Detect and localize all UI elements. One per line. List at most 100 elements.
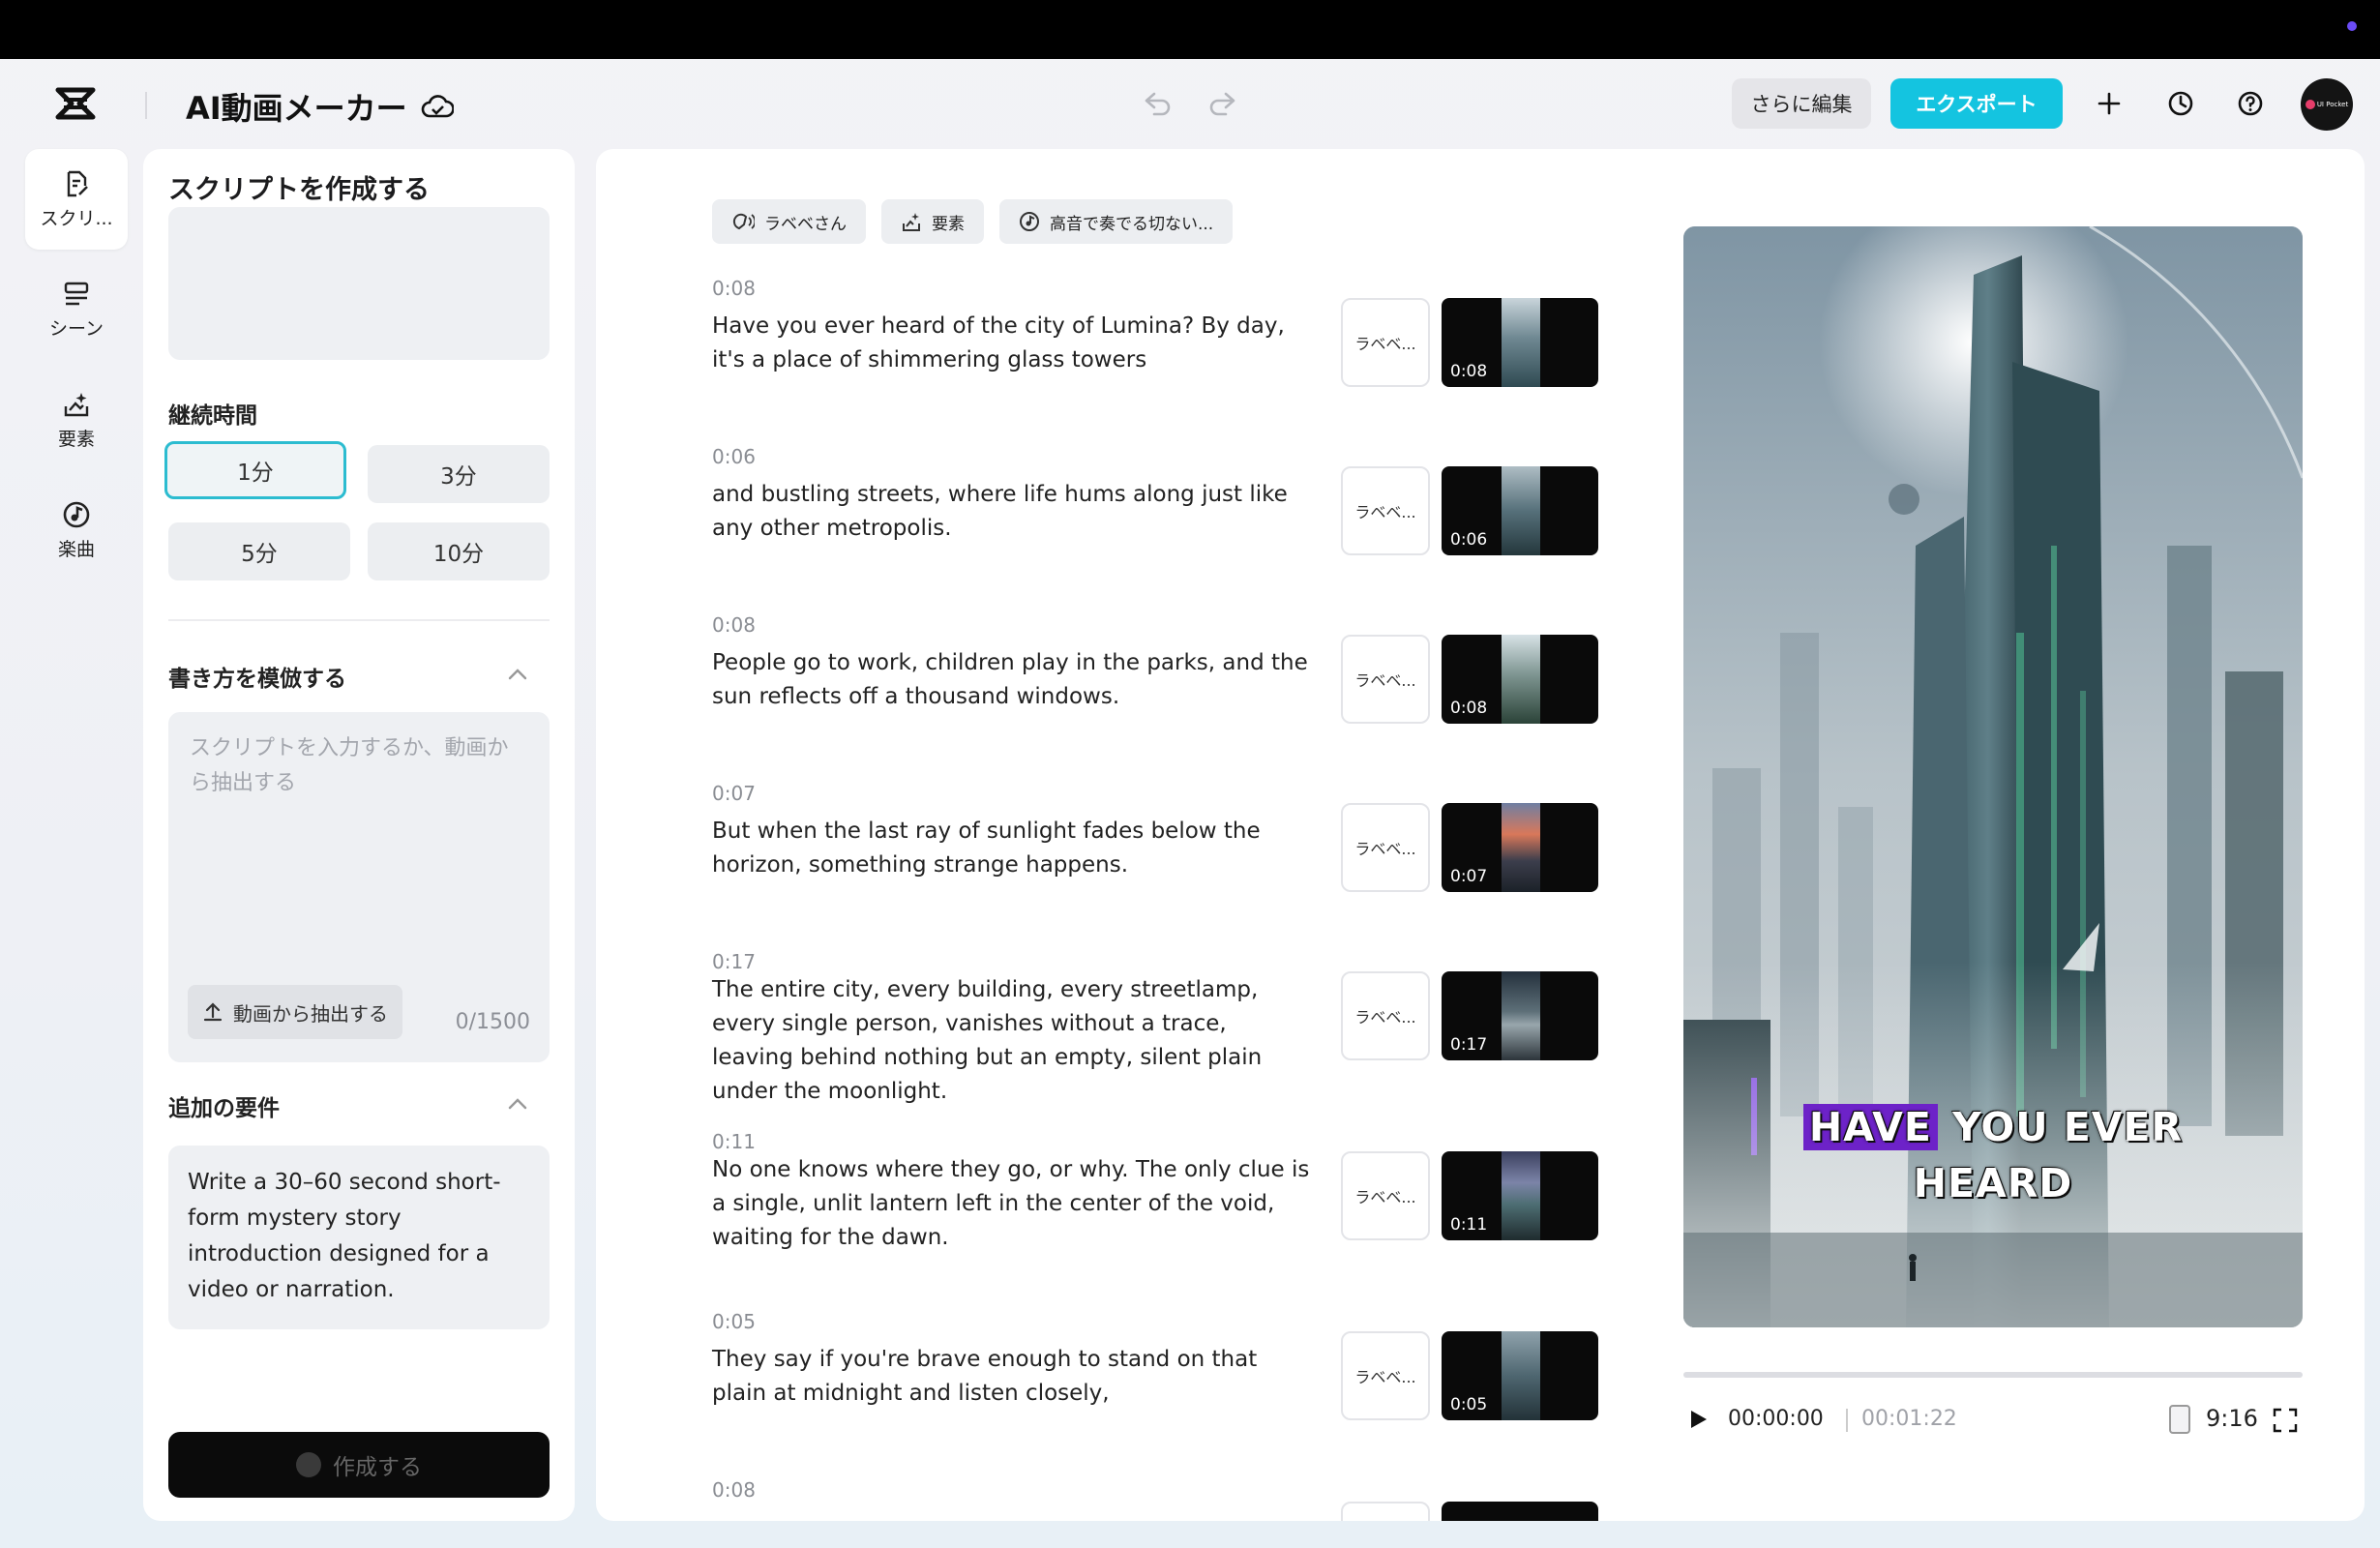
rail-label-scenes: シーン: [48, 317, 104, 340]
scene-text[interactable]: They say if you're brave enough to stand…: [712, 1343, 1312, 1411]
voice-chip[interactable]: ラベベさん: [712, 199, 866, 244]
script-input[interactable]: スクリプトを入力するか、動画から抽出する 動画から抽出する 0/1500: [168, 712, 550, 1062]
header-divider: [145, 92, 147, 119]
elements-icon: [64, 392, 89, 416]
upload-icon: [203, 1002, 223, 1022]
scene-time: 0:05: [712, 1310, 756, 1333]
scene-time: 0:17: [712, 950, 756, 973]
user-avatar[interactable]: UI Pocket: [2301, 78, 2353, 131]
thumbnail-duration: 0:17: [1450, 1035, 1488, 1055]
duration-10min-button[interactable]: 10分: [368, 522, 550, 580]
extract-label: 動画から抽出する: [233, 1001, 388, 1026]
thumbnail-duration: 0:05: [1450, 1395, 1488, 1414]
history-icon[interactable]: [2161, 84, 2200, 123]
avatar-text: UI Pocket: [2316, 101, 2349, 108]
music-chip-icon: [1020, 212, 1039, 231]
voice-icon: [732, 213, 755, 230]
more-edit-button[interactable]: さらに編集: [1732, 78, 1871, 129]
scene-time: 0:11: [712, 1130, 756, 1153]
app-title-text: AI動画メーカー: [186, 90, 407, 127]
total-time: 00:01:22: [1861, 1407, 1957, 1431]
requirements-input[interactable]: Write a 30–60 second short-form mystery …: [168, 1146, 550, 1329]
scene-text[interactable]: Have you ever heard of the city of Lumin…: [712, 310, 1312, 377]
loading-spinner-icon: [296, 1452, 321, 1477]
rail-item-script[interactable]: スクリ...: [25, 149, 128, 250]
create-button[interactable]: 作成する: [168, 1432, 550, 1498]
scene-thumbnail[interactable]: 0:06: [1442, 466, 1598, 555]
scene-voice-button[interactable]: ラベベ...: [1341, 971, 1430, 1060]
scene-voice-button[interactable]: ラベベ...: [1341, 635, 1430, 724]
video-preview[interactable]: HAVE YOU EVER HEARD: [1683, 226, 2303, 1327]
create-label: 作成する: [333, 1455, 422, 1480]
scene-thumbnail[interactable]: 0:05: [1442, 1331, 1598, 1420]
help-icon[interactable]: [2231, 84, 2270, 123]
elements-chip[interactable]: 要素: [881, 199, 984, 244]
scene-thumbnail[interactable]: 0:08: [1442, 635, 1598, 724]
editor-panel: ラベベさん 要素 高音で奏でる切ない... 0:08 Have you ever…: [596, 149, 2365, 1521]
thumbnail-image: [1502, 298, 1540, 387]
thumbnail-image: [1502, 635, 1540, 724]
scene-time: 0:06: [712, 445, 756, 468]
script-placeholder: スクリプトを入力するか、動画から抽出する: [190, 736, 509, 795]
scene-text[interactable]: But when the last ray of sunlight fades …: [712, 815, 1312, 882]
script-icon: [67, 170, 88, 196]
panel-divider: [168, 619, 550, 621]
collapse-imitate-chevron-up-icon[interactable]: [505, 662, 530, 687]
scene-text[interactable]: and bustling streets, where life hums al…: [712, 478, 1312, 546]
cloud-save-icon[interactable]: [421, 93, 454, 120]
duration-1min-button[interactable]: 1分: [164, 441, 346, 499]
add-icon[interactable]: [2090, 84, 2128, 123]
undo-icon[interactable]: [1138, 84, 1176, 123]
playback-progress-bar[interactable]: [1683, 1372, 2303, 1378]
scene-voice-button[interactable]: [1341, 1502, 1430, 1521]
rail-item-music[interactable]: 楽曲: [25, 480, 128, 580]
music-chip[interactable]: 高音で奏でる切ない...: [999, 199, 1234, 244]
scenes-icon: [64, 282, 89, 305]
elements-chip-icon: [903, 213, 920, 231]
extract-from-video-button[interactable]: 動画から抽出する: [188, 985, 402, 1039]
redo-icon[interactable]: [1204, 84, 1242, 123]
collapse-requirements-chevron-up-icon[interactable]: [505, 1091, 530, 1116]
scene-thumbnail[interactable]: 0:07: [1442, 803, 1598, 892]
thumbnail-duration: 0:06: [1450, 530, 1488, 550]
scene-voice-button[interactable]: ラベベ...: [1341, 803, 1430, 892]
rail-item-elements[interactable]: 要素: [25, 370, 128, 470]
thumbnail-image: [1502, 1331, 1540, 1420]
scene-time: 0:08: [712, 1478, 756, 1502]
scene-time: 0:08: [712, 613, 756, 637]
scene-thumbnail[interactable]: 0:08: [1442, 298, 1598, 387]
capcut-logo-icon[interactable]: [54, 86, 97, 121]
export-button[interactable]: エクスポート: [1890, 78, 2063, 129]
scene-text[interactable]: People go to work, children play in the …: [712, 646, 1312, 714]
scene-thumbnail[interactable]: 0:11: [1442, 1151, 1598, 1240]
thumbnail-image: [1502, 971, 1540, 1060]
scene-thumbnail[interactable]: [1442, 1502, 1598, 1521]
aspect-ratio-label[interactable]: 9:16: [2206, 1405, 2258, 1432]
imitate-label: 書き方を模倣する: [168, 667, 346, 692]
scene-voice-button[interactable]: ラベベ...: [1341, 1151, 1430, 1240]
scene-voice-button[interactable]: ラベベ...: [1341, 1331, 1430, 1420]
play-icon[interactable]: [1683, 1405, 1712, 1434]
duration-3min-button[interactable]: 3分: [368, 445, 550, 503]
thumbnail-image: [1502, 466, 1540, 555]
script-topic-box[interactable]: [168, 207, 550, 360]
music-chip-label: 高音で奏でる切ない...: [1050, 214, 1214, 234]
rail-item-scenes[interactable]: シーン: [25, 259, 128, 360]
left-rail: スクリ... シーン 要素 楽曲: [25, 149, 132, 590]
caption-line-2: HEARD: [1913, 1160, 2073, 1206]
duration-5min-button[interactable]: 5分: [168, 522, 350, 580]
aspect-ratio-icon[interactable]: [2169, 1405, 2190, 1434]
panel-title: スクリプトを作成する: [168, 175, 430, 205]
scene-text[interactable]: The entire city, every building, every s…: [712, 973, 1312, 1109]
system-top-bar: [0, 0, 2380, 59]
scene-thumbnail[interactable]: 0:17: [1442, 971, 1598, 1060]
scene-voice-button[interactable]: ラベベ...: [1341, 466, 1430, 555]
thumbnail-image: [1502, 803, 1540, 892]
scene-time: 0:07: [712, 782, 756, 805]
music-icon: [63, 501, 90, 527]
requirements-label: 追加の要件: [168, 1096, 280, 1121]
fullscreen-icon[interactable]: [2272, 1407, 2299, 1434]
status-dot: [2347, 21, 2357, 31]
scene-text[interactable]: No one knows where they go, or why. The …: [712, 1153, 1312, 1255]
scene-voice-button[interactable]: ラベベ...: [1341, 298, 1430, 387]
